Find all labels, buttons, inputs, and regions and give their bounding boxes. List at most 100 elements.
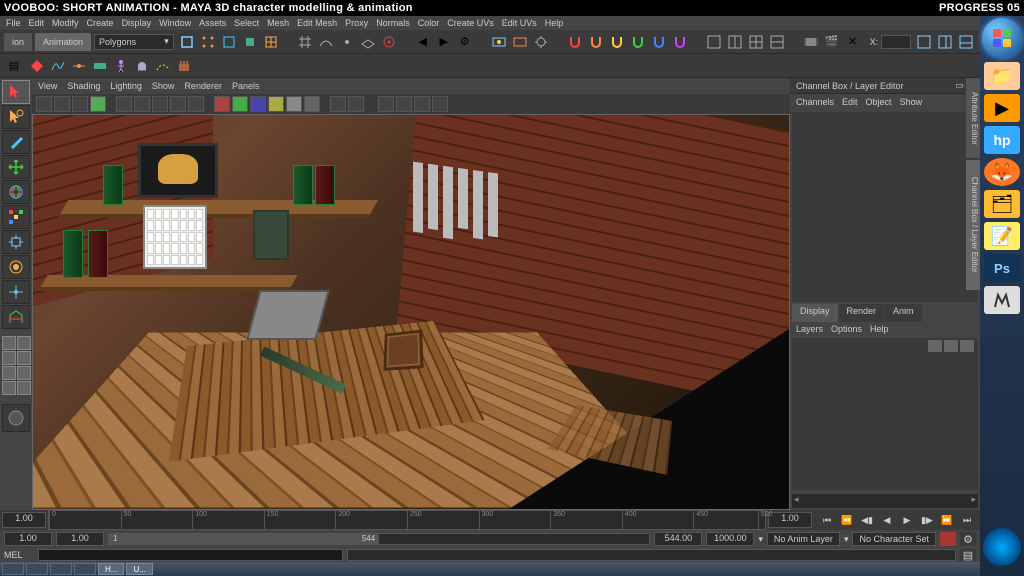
start-orb-icon[interactable] (982, 18, 1022, 58)
sel-obj-icon[interactable] (177, 32, 197, 52)
menu-edituvs[interactable]: Edit UVs (502, 18, 537, 28)
render-frame-icon[interactable] (489, 32, 509, 52)
menu-proxy[interactable]: Proxy (345, 18, 368, 28)
three-top[interactable] (2, 366, 16, 380)
start-button[interactable] (2, 563, 24, 575)
snap-curve-icon[interactable] (316, 32, 336, 52)
vp-bookmark-icon[interactable] (54, 96, 70, 112)
cb-object[interactable]: Object (866, 97, 892, 107)
vp-film-icon[interactable] (134, 96, 150, 112)
photoshop-icon[interactable]: Ps (984, 254, 1020, 282)
layout4-icon[interactable] (767, 32, 787, 52)
component-select[interactable]: Polygons▾ (94, 34, 174, 50)
folder-icon[interactable]: 📁 (984, 62, 1020, 90)
magnet4-icon[interactable] (628, 32, 648, 52)
rotate-tool[interactable] (2, 180, 30, 204)
minimize-icon[interactable]: ▭ (955, 80, 964, 90)
bake-icon[interactable] (174, 56, 194, 76)
firefox-icon[interactable]: 🦊 (984, 158, 1020, 186)
vp-iso-icon[interactable] (330, 96, 346, 112)
hp-icon[interactable]: hp (984, 126, 1020, 154)
vp-shading[interactable]: Shading (67, 81, 100, 91)
vp-xray-icon[interactable] (348, 96, 364, 112)
vtab-attr-editor[interactable]: Attribute Editor (966, 78, 980, 158)
vp-refresh-icon[interactable] (414, 96, 430, 112)
script-editor-icon[interactable]: ▤ (960, 549, 976, 561)
layers-menu[interactable]: Layers (796, 324, 823, 334)
layout2-icon[interactable] (725, 32, 745, 52)
magnet1-icon[interactable] (565, 32, 585, 52)
magnet3-icon[interactable] (607, 32, 627, 52)
magnet5-icon[interactable] (649, 32, 669, 52)
tab-display[interactable]: Display (792, 304, 838, 322)
layer-up-icon[interactable] (944, 340, 958, 352)
tb-app-icon[interactable] (50, 563, 72, 575)
sel-face-icon[interactable] (240, 32, 260, 52)
current-time-field[interactable]: 1.00 (768, 512, 812, 528)
layers-help[interactable]: Help (870, 324, 889, 334)
vp-show[interactable]: Show (152, 81, 175, 91)
time-slider-tool[interactable] (2, 404, 30, 432)
sel-vert-icon[interactable] (198, 32, 218, 52)
vp-res-icon[interactable] (170, 96, 186, 112)
soft-tool[interactable] (2, 255, 30, 279)
cb-edit[interactable]: Edit (842, 97, 858, 107)
tb-app2-icon[interactable] (74, 563, 96, 575)
vp-cube-icon[interactable] (378, 96, 394, 112)
scale-tool[interactable] (2, 205, 30, 229)
sel-uv-icon[interactable] (261, 32, 281, 52)
vp-grid-icon[interactable] (116, 96, 132, 112)
char-set-select[interactable]: No Character Set (852, 532, 936, 546)
tab-render[interactable]: Render (839, 304, 885, 322)
goto-end-icon[interactable]: ⏭ (958, 512, 976, 528)
options-menu[interactable]: Options (831, 324, 862, 334)
menu-mesh[interactable]: Mesh (267, 18, 289, 28)
vp-gate-icon[interactable] (188, 96, 204, 112)
range-in-field[interactable]: 1.00 (56, 532, 104, 546)
timeline-ruler[interactable]: 0 50 100 150 200 250 300 350 400 450 500 (48, 510, 766, 530)
panel-scrollbar[interactable]: ◂▸ (792, 494, 978, 508)
step-back-key-icon[interactable]: ⏪ (838, 512, 856, 528)
anim-layer-select[interactable]: No Anim Layer (767, 532, 840, 546)
mel-label[interactable]: MEL (4, 550, 34, 560)
last-tool[interactable] (2, 280, 30, 304)
menu-help[interactable]: Help (545, 18, 564, 28)
curve-icon[interactable] (48, 56, 68, 76)
chevron-down-icon[interactable]: ▾ (844, 534, 849, 545)
vp-panels[interactable]: Panels (232, 81, 260, 91)
x-icon[interactable]: ✕ (843, 32, 863, 52)
step-back-icon[interactable]: ◀▮ (858, 512, 876, 528)
three-left[interactable] (17, 366, 31, 380)
autokey-icon[interactable] (940, 532, 956, 546)
x-input[interactable] (881, 35, 911, 49)
step-fwd-key-icon[interactable]: ⏩ (938, 512, 956, 528)
vp-safe-icon[interactable] (152, 96, 168, 112)
layout1-icon[interactable] (704, 32, 724, 52)
snap-grid-icon[interactable] (295, 32, 315, 52)
menu-modify[interactable]: Modify (52, 18, 79, 28)
tab-anim[interactable]: Anim (885, 304, 922, 322)
outliner-view[interactable] (17, 381, 31, 395)
magnet2-icon[interactable] (586, 32, 606, 52)
vp-view[interactable]: View (38, 81, 57, 91)
pose-icon[interactable] (111, 56, 131, 76)
range-out-field[interactable]: 544.00 (654, 532, 702, 546)
vp-wire-icon[interactable] (214, 96, 230, 112)
vp-sphere-icon[interactable] (396, 96, 412, 112)
layout3-icon[interactable] (746, 32, 766, 52)
play-back-icon[interactable]: ◀ (878, 512, 896, 528)
menu-file[interactable]: File (6, 18, 21, 28)
menu-createuvs[interactable]: Create UVs (447, 18, 494, 28)
construction-icon[interactable]: ⚙ (455, 32, 475, 52)
snap-live-icon[interactable] (379, 32, 399, 52)
menu-editmesh[interactable]: Edit Mesh (297, 18, 337, 28)
anim-tab[interactable]: Animation (35, 33, 91, 51)
persp-grid[interactable] (2, 381, 16, 395)
sel-edge-icon[interactable] (219, 32, 239, 52)
range-track[interactable]: 1544 (108, 533, 650, 545)
paint-tool[interactable] (2, 130, 30, 154)
anim-end-field[interactable]: 1000.00 (706, 532, 754, 546)
lasso-tool[interactable] (2, 105, 30, 129)
maya-icon[interactable] (984, 286, 1020, 314)
menu-normals[interactable]: Normals (376, 18, 410, 28)
